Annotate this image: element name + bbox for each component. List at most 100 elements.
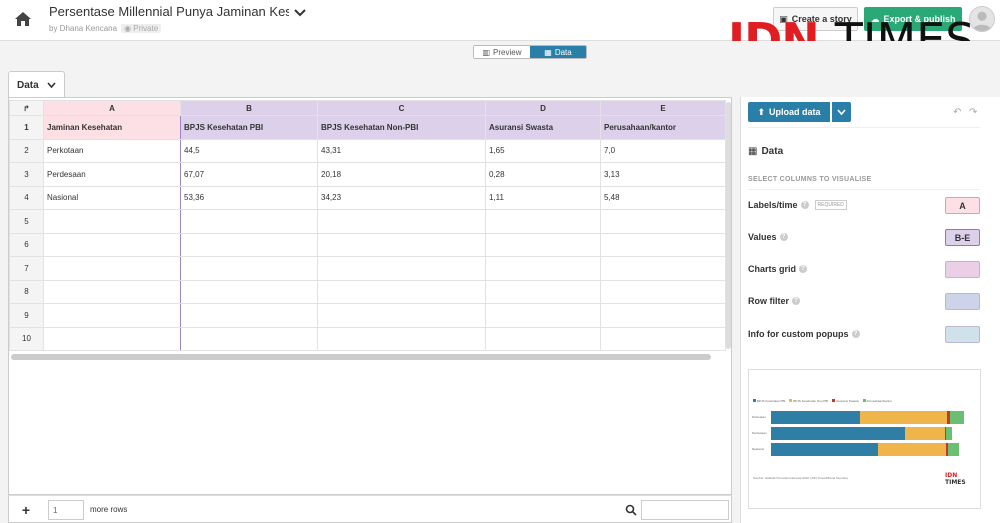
table-cell[interactable]	[317, 279, 486, 304]
chart-title[interactable]: Persentase Millennial Punya Jaminan Kese…	[49, 4, 289, 19]
home-icon[interactable]	[14, 11, 32, 27]
data-tab[interactable]: ▦ Data	[530, 46, 586, 58]
table-cell[interactable]	[485, 326, 601, 351]
row-header[interactable]: 4	[9, 185, 44, 210]
table-cell[interactable]	[600, 279, 726, 304]
table-cell[interactable]	[180, 232, 318, 257]
row-header[interactable]: 6	[9, 232, 44, 257]
horizontal-scrollbar[interactable]	[11, 354, 711, 360]
table-cell[interactable]	[485, 232, 601, 257]
table-cell[interactable]: 1,11	[485, 185, 601, 210]
table-cell[interactable]: Nasional	[43, 185, 181, 210]
table-cell[interactable]	[600, 232, 726, 257]
table-cell[interactable]	[180, 326, 318, 351]
table-cell[interactable]	[317, 303, 486, 328]
column-header-a[interactable]: A	[43, 100, 181, 116]
row-header[interactable]: 1	[9, 115, 44, 140]
table-cell[interactable]	[317, 232, 486, 257]
column-selector[interactable]	[945, 293, 980, 310]
undo-icon[interactable]: ↶	[953, 107, 961, 118]
table-row: 10	[9, 326, 726, 351]
thumbnail-bar-segment	[949, 411, 964, 424]
thumbnail-category-label: Nasional	[752, 447, 764, 451]
table-cell[interactable]: 0,28	[485, 162, 601, 187]
column-selector[interactable]: A	[945, 197, 980, 214]
table-cell[interactable]	[317, 326, 486, 351]
row-header[interactable]: 9	[9, 303, 44, 328]
chevron-down-icon	[47, 81, 56, 88]
table-cell[interactable]	[180, 209, 318, 234]
table-cell[interactable]: 43,31	[317, 138, 486, 163]
table-cell[interactable]: Asuransi Swasta	[485, 115, 601, 140]
sheet-tab-data[interactable]: Data	[8, 71, 65, 98]
row-header[interactable]: 5	[9, 209, 44, 234]
table-cell[interactable]	[43, 256, 181, 281]
table-cell[interactable]	[317, 209, 486, 234]
row-header[interactable]: 2	[9, 138, 44, 163]
chart-thumbnail[interactable]: BPJS Kesehatan PBI BPJS Kesehatan Non-PBI…	[748, 369, 981, 509]
table-cell[interactable]: 34,23	[317, 185, 486, 210]
table-cell[interactable]: 20,18	[317, 162, 486, 187]
column-selector[interactable]	[945, 326, 980, 343]
row-header[interactable]: 7	[9, 256, 44, 281]
table-cell[interactable]: Perusahaan/kantor	[600, 115, 726, 140]
help-icon[interactable]: ?	[779, 233, 788, 241]
table-cell[interactable]: Perkotaan	[43, 138, 181, 163]
table-cell[interactable]	[43, 303, 181, 328]
thumbnail-bar	[771, 411, 964, 424]
table-cell[interactable]: 53,36	[180, 185, 318, 210]
table-cell[interactable]	[485, 303, 601, 328]
chevron-down-icon[interactable]	[294, 8, 306, 18]
grid-footer: + 1 more rows	[8, 495, 732, 523]
table-cell[interactable]	[43, 209, 181, 234]
table-cell[interactable]: Perdesaan	[43, 162, 181, 187]
table-cell[interactable]	[317, 256, 486, 281]
row-header[interactable]: 10	[9, 326, 44, 351]
table-cell[interactable]: Jaminan Kesehatan	[43, 115, 181, 140]
table-cell[interactable]	[180, 279, 318, 304]
upload-data-button[interactable]: ⬆ Upload data	[748, 102, 830, 122]
help-icon[interactable]: ?	[799, 265, 808, 273]
redo-icon[interactable]: ↷	[969, 107, 977, 118]
table-cell[interactable]: 5,48	[600, 185, 726, 210]
row-header[interactable]: 3	[9, 162, 44, 187]
upload-options-dropdown[interactable]	[832, 102, 851, 122]
vertical-scrollbar[interactable]	[726, 102, 731, 349]
table-cell[interactable]	[43, 279, 181, 304]
table-cell[interactable]	[485, 279, 601, 304]
table-cell[interactable]	[485, 256, 601, 281]
table-cell[interactable]	[180, 256, 318, 281]
table-cell[interactable]: 44,5	[180, 138, 318, 163]
table-cell[interactable]	[600, 209, 726, 234]
column-header-d[interactable]: D	[485, 100, 601, 116]
table-cell[interactable]	[600, 303, 726, 328]
help-icon[interactable]: ?	[851, 330, 860, 338]
table-cell[interactable]	[43, 326, 181, 351]
rows-count-input[interactable]: 1	[48, 500, 84, 520]
search-icon	[625, 504, 637, 516]
search-input[interactable]	[641, 500, 729, 520]
column-header-b[interactable]: B	[180, 100, 318, 116]
table-cell[interactable]: 7,0	[600, 138, 726, 163]
table-cell[interactable]	[485, 209, 601, 234]
row-header[interactable]: 8	[9, 279, 44, 304]
table-cell[interactable]: 67,07	[180, 162, 318, 187]
table-cell[interactable]	[180, 303, 318, 328]
table-cell[interactable]: 1,65	[485, 138, 601, 163]
table-cell[interactable]	[600, 326, 726, 351]
table-cell[interactable]: BPJS Kesehatan PBI	[180, 115, 318, 140]
table-cell[interactable]	[600, 256, 726, 281]
help-icon[interactable]: ?	[800, 201, 809, 209]
add-rows-button[interactable]: +	[17, 501, 35, 519]
help-icon[interactable]: ?	[792, 297, 801, 305]
column-option-label: Row filter?	[748, 296, 801, 306]
column-selector[interactable]	[945, 261, 980, 278]
column-header-e[interactable]: E	[600, 100, 726, 116]
preview-tab[interactable]: ▥ Preview	[474, 46, 530, 58]
table-cell[interactable]: 3,13	[600, 162, 726, 187]
column-selector[interactable]: B-E	[945, 229, 980, 246]
table-cell[interactable]: BPJS Kesehatan Non-PBI	[317, 115, 486, 140]
column-header-c[interactable]: C	[317, 100, 486, 116]
transpose-corner[interactable]: ↱	[9, 100, 44, 116]
table-cell[interactable]	[43, 232, 181, 257]
